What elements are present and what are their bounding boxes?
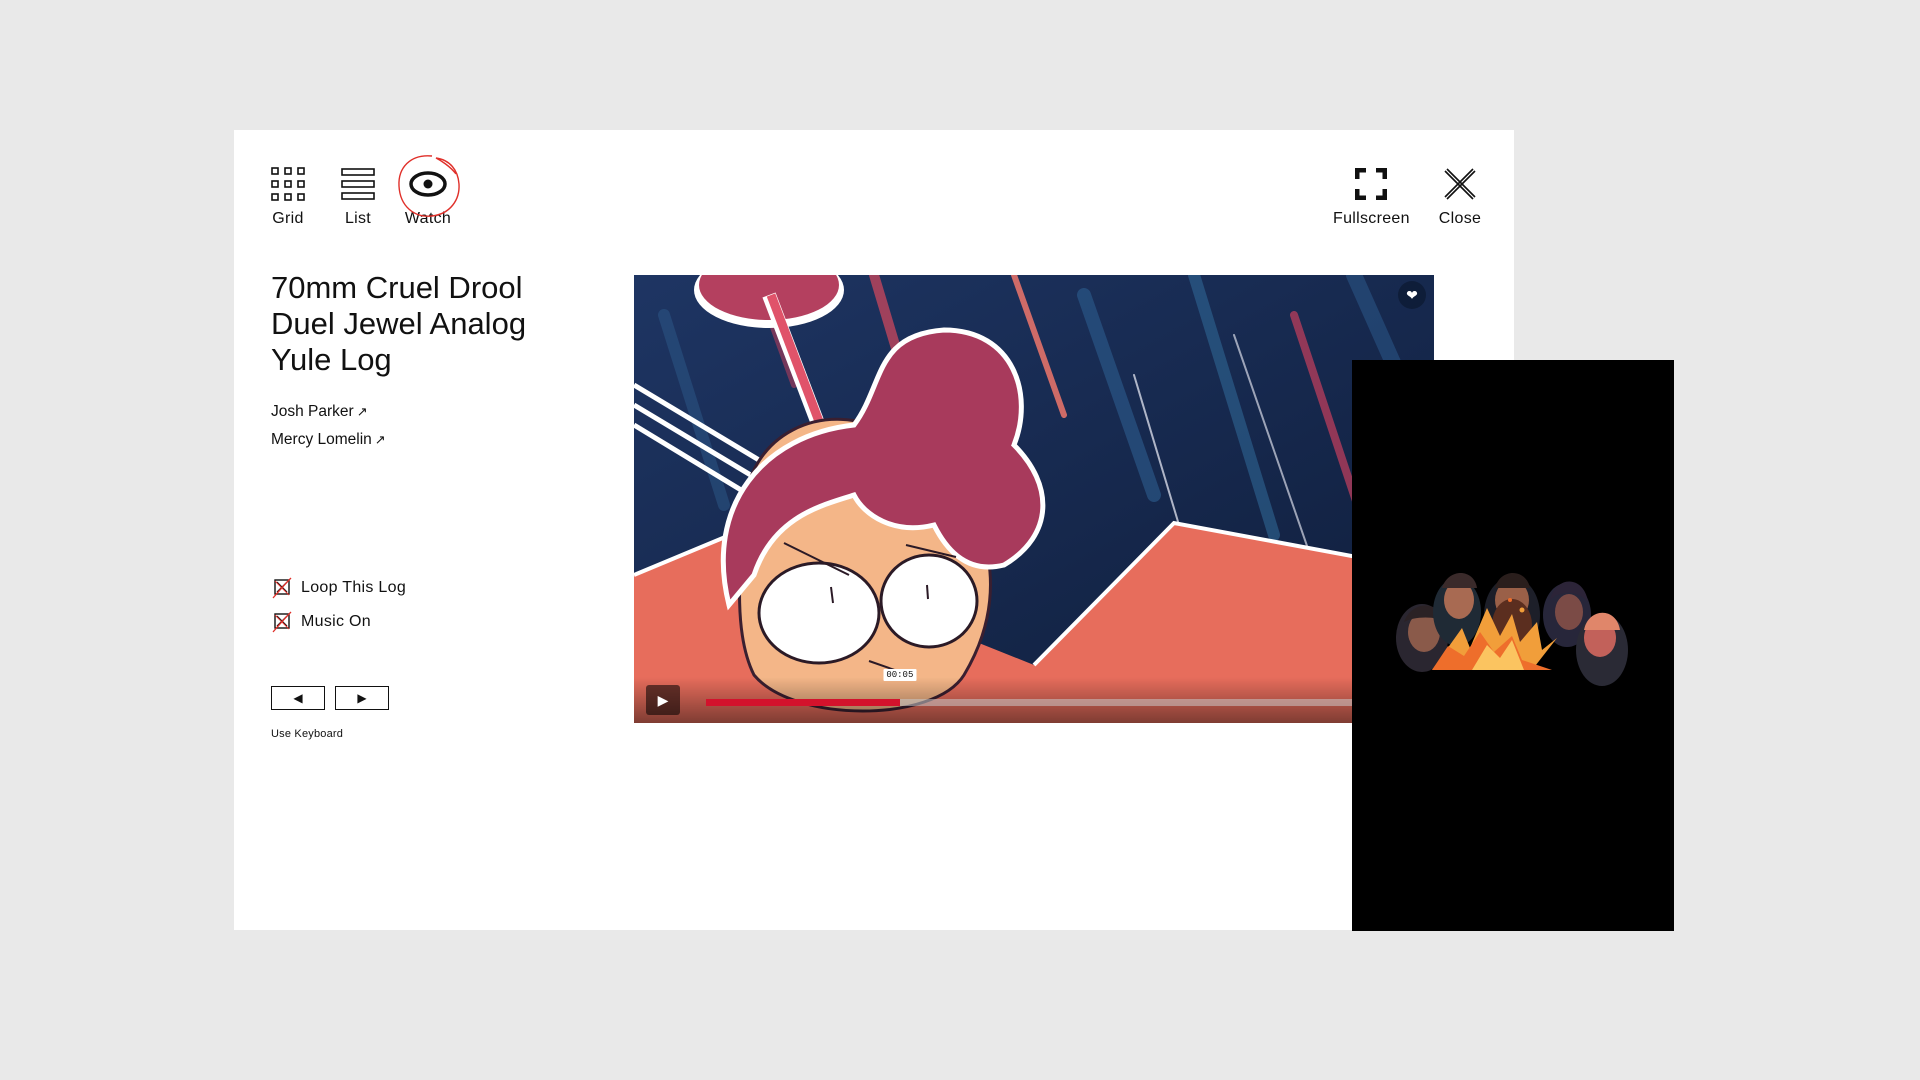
campfire-illustration bbox=[1352, 360, 1674, 931]
player-controls: ▶ 00:05 bbox=[634, 669, 1434, 723]
nav-grid-label: Grid bbox=[272, 210, 304, 227]
checkbox-crossed-icon bbox=[272, 577, 292, 599]
nav-list-label: List bbox=[344, 210, 372, 227]
page-title: 70mm Cruel Drool Duel Jewel Analog Yule … bbox=[271, 270, 527, 377]
play-button[interactable]: ▶ bbox=[646, 685, 680, 715]
next-button[interactable]: ▶ bbox=[335, 686, 389, 710]
loop-toggle[interactable]: Loop This Log bbox=[271, 577, 406, 599]
viewer-panel: Grid List Watch Fullscreen Close 70mm Cr… bbox=[234, 130, 1514, 930]
loop-toggle-label: Loop This Log bbox=[301, 579, 407, 596]
external-arrow-icon: ↗ bbox=[374, 432, 386, 447]
nav-close[interactable]: Close bbox=[1436, 160, 1484, 228]
credit-link-mercy-lomelin[interactable]: Mercy Lomelin ↗ bbox=[271, 431, 386, 449]
time-tooltip: 00:05 bbox=[883, 669, 917, 681]
keyboard-note: Use Keyboard bbox=[271, 728, 344, 740]
red-circle-annotation bbox=[398, 155, 460, 217]
credit-link-josh-parker[interactable]: Josh Parker ↗ bbox=[271, 403, 386, 421]
credits: Josh Parker ↗ Mercy Lomelin ↗ bbox=[271, 403, 386, 459]
progress-track[interactable]: 00:05 bbox=[706, 669, 1424, 706]
toggles: Loop This Log Music On bbox=[271, 577, 406, 645]
video-player[interactable]: ❤ ▶ 00:05 bbox=[634, 275, 1434, 723]
fullscreen-icon bbox=[1347, 160, 1395, 208]
prev-button[interactable]: ◀ bbox=[271, 686, 325, 710]
music-toggle-label: Music On bbox=[301, 613, 371, 630]
progress-fill bbox=[706, 699, 900, 706]
nav-grid[interactable]: Grid bbox=[264, 160, 312, 228]
nav-close-label: Close bbox=[1438, 210, 1482, 227]
list-icon bbox=[334, 160, 382, 208]
phone-preview[interactable] bbox=[1352, 360, 1674, 931]
music-toggle[interactable]: Music On bbox=[271, 611, 406, 633]
nav-list[interactable]: List bbox=[334, 160, 382, 228]
nav-watch[interactable]: Watch bbox=[398, 155, 460, 228]
prev-next-controls: ◀ ▶ bbox=[271, 686, 389, 710]
checkbox-crossed-icon bbox=[272, 611, 292, 633]
credit-name: Josh Parker bbox=[271, 403, 354, 420]
video-frame-illustration bbox=[634, 275, 1434, 723]
nav-fullscreen-label: Fullscreen bbox=[1333, 210, 1410, 227]
external-arrow-icon: ↗ bbox=[356, 404, 368, 419]
close-icon bbox=[1436, 160, 1484, 208]
nav-fullscreen[interactable]: Fullscreen bbox=[1333, 160, 1410, 228]
favorite-heart-icon[interactable]: ❤ bbox=[1398, 281, 1426, 309]
credit-name: Mercy Lomelin bbox=[271, 431, 372, 448]
grid-icon bbox=[264, 160, 312, 208]
